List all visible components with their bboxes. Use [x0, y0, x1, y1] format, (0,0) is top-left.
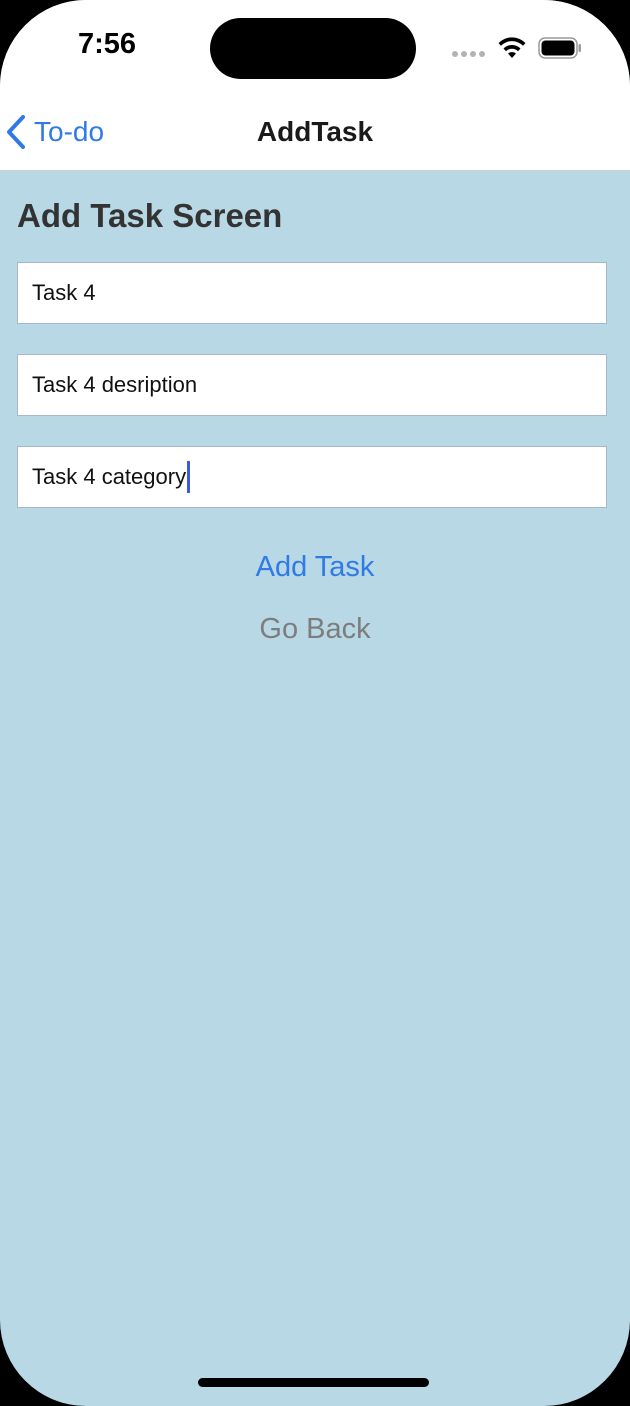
task-title-input[interactable]: Task 4 — [17, 262, 607, 324]
dynamic-island — [210, 18, 416, 79]
task-category-input[interactable]: Task 4 category — [17, 446, 607, 508]
task-description-input[interactable]: Task 4 desription — [17, 354, 607, 416]
navigation-bar: To-do AddTask — [0, 90, 630, 171]
device-screen: 7:56 To-do AddTask Add Task Screen Task … — [0, 0, 630, 1406]
battery-icon — [538, 37, 581, 59]
page-title: AddTask — [256, 116, 374, 147]
task-title-value: Task 4 — [32, 280, 96, 305]
screen-heading: Add Task Screen — [17, 197, 283, 234]
text-cursor — [187, 461, 191, 493]
task-category-value: Task 4 category — [32, 464, 187, 489]
task-description-value: Task 4 desription — [32, 372, 198, 397]
go-back-button[interactable]: Go Back — [0, 613, 630, 646]
status-time: 7:56 — [78, 28, 137, 60]
cellular-signal-icon — [452, 51, 486, 57]
status-bar: 7:56 — [0, 0, 630, 90]
add-task-button[interactable]: Add Task — [0, 551, 630, 584]
home-indicator[interactable] — [198, 1378, 429, 1387]
wifi-icon — [498, 37, 526, 58]
add-task-form: Add Task Screen Task 4 Task 4 desription… — [0, 171, 630, 1406]
